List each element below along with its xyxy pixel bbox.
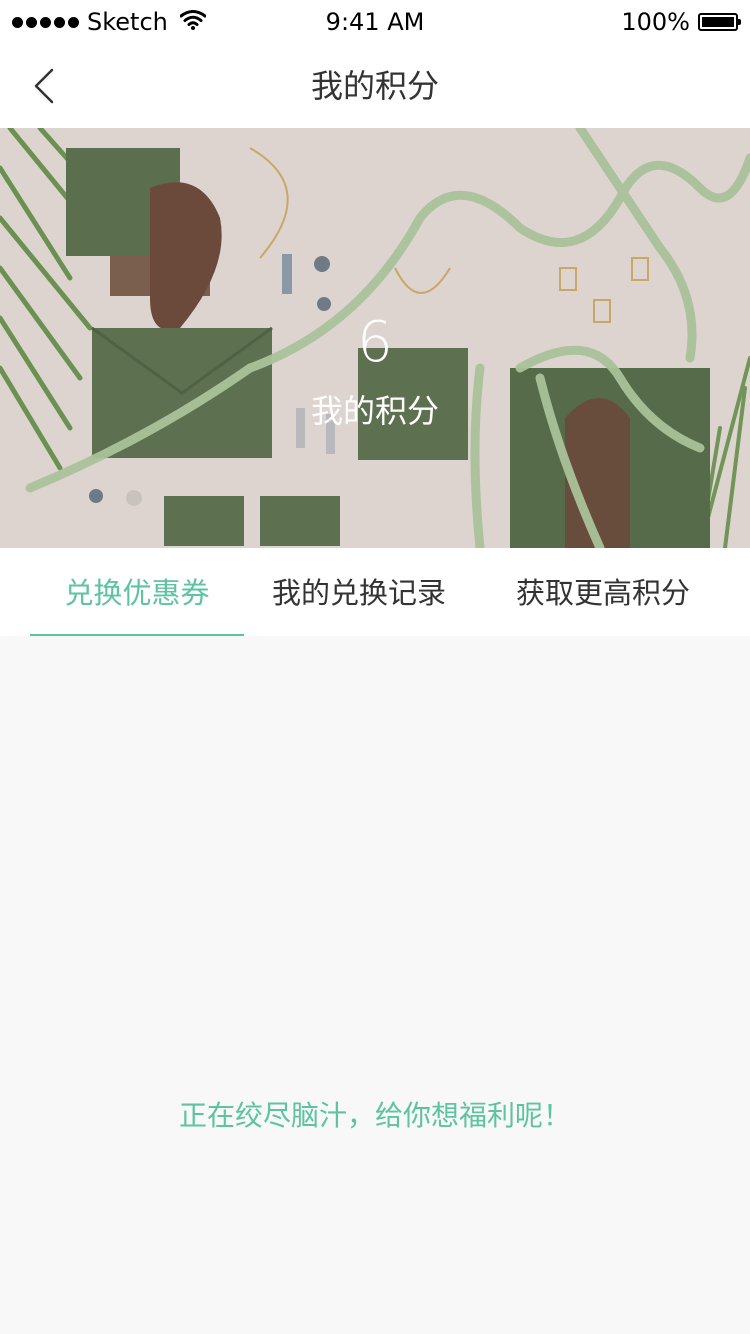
nav-bar: 我的积分 (0, 44, 750, 128)
empty-state-message: 正在绞尽脑汁，给你想福利呢！ (178, 1099, 571, 1132)
points-label: 我的积分 (310, 392, 439, 430)
status-right: 100% (621, 6, 741, 38)
battery-icon (698, 13, 741, 31)
points-value: 6 (357, 310, 393, 375)
tab-content: 正在绞尽脑汁，给你想福利呢！ (0, 636, 750, 1334)
battery-percent: 100% (621, 8, 690, 36)
status-bar: Sketch 9:41 AM 100% (0, 0, 750, 44)
points-banner: 6 我的积分 (0, 128, 750, 548)
tab-earn-more-points[interactable]: 获取更高积分 (496, 548, 710, 636)
tab-bar: 兑换优惠券 我的兑换记录 获取更高积分 (0, 548, 750, 636)
tab-redeem-coupons[interactable]: 兑换优惠券 (30, 548, 244, 636)
tab-redeem-history[interactable]: 我的兑换记录 (252, 548, 466, 636)
page-title: 我的积分 (310, 67, 439, 105)
